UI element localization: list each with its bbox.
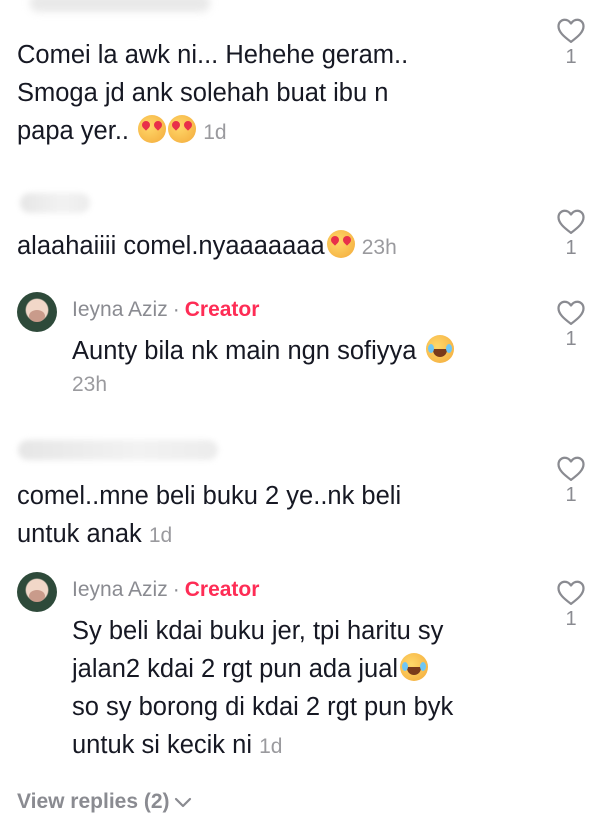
smiling-face-with-hearts-icon xyxy=(138,115,167,143)
comment-line: Sy beli kdai buku jer, tpi haritu sy xyxy=(72,617,444,645)
like-button[interactable]: 1 xyxy=(553,298,589,351)
blurred-username xyxy=(18,440,218,460)
comment-line: Smoga jd ank solehah buat ibu n xyxy=(17,79,389,107)
comment-line: untuk si kecik ni xyxy=(72,731,252,759)
heart-icon xyxy=(557,456,585,481)
blurred-username xyxy=(30,0,210,12)
comment-line: jalan2 kdai 2 rgt pun ada jual xyxy=(72,655,399,683)
comment-timestamp: 1d xyxy=(259,735,283,758)
comment-timestamp: 1d xyxy=(148,524,173,547)
blurred-username xyxy=(20,193,90,213)
like-count: 1 xyxy=(565,46,577,68)
view-replies-button[interactable]: View replies (2) xyxy=(17,787,192,817)
comment-text: alaahaiiii comel.nyaaaaaaa 23h xyxy=(17,227,537,267)
face-with-tears-of-joy-icon xyxy=(425,335,454,363)
author-name[interactable]: Ieyna Aziz xyxy=(72,578,168,601)
comment-timestamp: 23h xyxy=(361,236,397,259)
heart-icon xyxy=(557,580,585,605)
like-button[interactable]: 1 xyxy=(553,207,589,260)
comment-line: comel..mne beli buku 2 ye..nk beli xyxy=(17,482,402,510)
heart-icon xyxy=(557,300,585,325)
like-count: 1 xyxy=(565,328,577,350)
view-replies-label: View replies (2) xyxy=(17,790,170,813)
like-button[interactable]: 1 xyxy=(553,578,589,631)
comment-line: Aunty bila nk main ngn sofiyya xyxy=(72,337,417,365)
comment-text: Aunty bila nk main ngn sofiyya 23h xyxy=(72,332,542,402)
author-name[interactable]: Ieyna Aziz xyxy=(72,298,168,321)
avatar[interactable] xyxy=(17,572,57,612)
comment-text: Sy beli kdai buku jer, tpi haritu sy jal… xyxy=(72,612,542,766)
avatar[interactable] xyxy=(17,292,57,332)
like-count: 1 xyxy=(565,608,577,630)
smiling-face-with-hearts-icon xyxy=(168,115,197,143)
separator-dot: · xyxy=(172,298,180,321)
comment-text: comel..mne beli buku 2 ye..nk beli untuk… xyxy=(17,477,537,555)
creator-badge: Creator xyxy=(184,578,260,601)
comment-line: alaahaiiii comel.nyaaaaaaa xyxy=(17,232,325,260)
author-line: Ieyna Aziz · Creator xyxy=(72,296,259,324)
comment-line: so sy borong di kdai 2 rgt pun byk xyxy=(72,693,454,721)
comment-line: untuk anak xyxy=(17,520,142,548)
chevron-down-icon xyxy=(174,797,191,808)
like-count: 1 xyxy=(565,484,577,506)
separator-dot: · xyxy=(172,578,180,601)
creator-badge: Creator xyxy=(184,298,260,321)
comment-line: papa yer.. xyxy=(17,117,129,145)
comment-timestamp: 23h xyxy=(72,373,108,396)
comment-line: Comei la awk ni... Hehehe geram.. xyxy=(17,41,409,69)
like-button[interactable]: 1 xyxy=(553,16,589,69)
comment-text: Comei la awk ni... Hehehe geram.. Smoga … xyxy=(17,36,537,152)
like-count: 1 xyxy=(565,237,577,259)
comment-timestamp: 1d xyxy=(203,121,227,144)
heart-icon xyxy=(557,209,585,234)
author-line: Ieyna Aziz · Creator xyxy=(72,576,259,604)
face-with-tears-of-joy-icon xyxy=(400,653,429,681)
like-button[interactable]: 1 xyxy=(553,454,589,507)
smiling-face-with-hearts-icon xyxy=(326,230,355,258)
heart-icon xyxy=(557,18,585,43)
